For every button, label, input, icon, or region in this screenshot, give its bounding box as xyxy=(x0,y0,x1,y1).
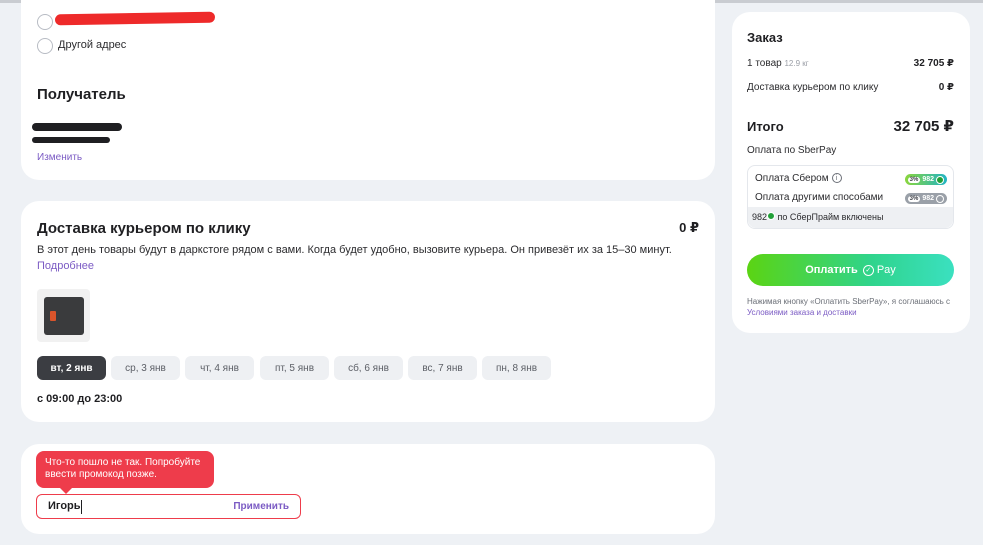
promo-code-field[interactable]: Игорь Применить xyxy=(36,494,301,519)
change-recipient-link[interactable]: Изменить xyxy=(37,152,82,163)
address-radio-1[interactable] xyxy=(37,14,53,30)
items-price: 32 705 ₽ xyxy=(913,58,954,69)
recipient-title: Получатель xyxy=(37,86,126,103)
sber-check-icon: ✓ xyxy=(862,264,874,276)
date-chip[interactable]: пт, 5 янв xyxy=(260,356,329,380)
sberprime-strip: 982 по СберПрайм включены xyxy=(748,207,953,228)
pay-other-label[interactable]: Оплата другими способами xyxy=(755,192,883,203)
sberprime-text: по СберПрайм включены xyxy=(777,212,884,222)
terms-link[interactable]: Условиями заказа и доставки xyxy=(747,308,857,317)
date-chip[interactable]: вс, 7 янв xyxy=(408,356,477,380)
info-icon[interactable]: i xyxy=(831,173,842,184)
pay-sber-percent: 3% xyxy=(907,176,921,183)
pay-button-brand: Pay xyxy=(876,264,896,276)
pay-other-bonus: 982 xyxy=(922,195,934,202)
date-chip[interactable]: пн, 8 янв xyxy=(482,356,551,380)
product-image xyxy=(43,296,84,335)
pay-button-label: Оплатить xyxy=(805,264,858,276)
promo-error-tooltip: Что-то пошло не так. Попробуйте ввести п… xyxy=(36,451,214,494)
delivery-description: В этот день товары будут в даркстore ряд… xyxy=(37,244,672,256)
promo-code-input[interactable]: Игорь xyxy=(48,500,81,512)
bonus-coin-icon xyxy=(936,194,944,203)
delivery-row-price: 0 ₽ xyxy=(938,82,954,93)
delivery-price: 0 ₽ xyxy=(679,220,699,235)
pay-other-badge: 3% 982 xyxy=(904,193,947,204)
other-address-label[interactable]: Другой адрес xyxy=(58,39,126,51)
more-info-link[interactable]: Подробнее xyxy=(37,260,94,272)
delivery-title: Доставка курьером по клику xyxy=(37,220,251,237)
terms-text: Нажимая кнопку «Оплатить SberPay», я сог… xyxy=(747,296,959,318)
delivery-row-label: Доставка курьером по клику xyxy=(747,82,879,93)
redacted-address xyxy=(54,11,216,26)
pay-sber-bonus: 982 xyxy=(922,176,934,183)
pay-sberpay-button[interactable]: Оплатить ✓ Pay xyxy=(747,254,954,286)
payment-options-box: Оплата Сбером i 3% 982 Оплата другими спо… xyxy=(747,165,954,229)
text-cursor xyxy=(81,500,82,514)
pay-sber-badge: 3% 982 xyxy=(904,174,947,185)
sberpay-logo: ✓ Pay xyxy=(862,264,896,276)
items-row: 1 товар 12.9 кг xyxy=(747,58,809,69)
apply-promo-button[interactable]: Применить xyxy=(233,501,289,512)
redacted-recipient-name xyxy=(32,123,122,131)
pay-sber-row[interactable]: Оплата Сбером i xyxy=(755,173,842,184)
total-label: Итого xyxy=(747,119,784,134)
order-title: Заказ xyxy=(747,30,783,45)
sberprime-bonus: 982 xyxy=(752,212,768,222)
terms-prefix: Нажимая кнопку «Оплатить SberPay», я сог… xyxy=(747,297,950,306)
promo-card: Что-то пошло не так. Попробуйте ввести п… xyxy=(21,444,715,534)
items-weight: 12.9 кг xyxy=(784,59,809,68)
product-thumbnail[interactable] xyxy=(37,289,90,342)
other-address-radio[interactable] xyxy=(37,38,53,54)
total-price: 32 705 ₽ xyxy=(893,118,954,135)
delivery-card: Доставка курьером по клику 0 ₽ В этот де… xyxy=(21,201,715,422)
sberprime-row: 982 по СберПрайм включены xyxy=(752,212,883,222)
date-chip[interactable]: сб, 6 янв xyxy=(334,356,403,380)
date-chip[interactable]: ср, 3 янв xyxy=(111,356,180,380)
redacted-recipient-phone xyxy=(32,137,110,143)
delivery-time-range: с 09:00 до 23:00 xyxy=(37,393,123,405)
bonus-coin-icon xyxy=(936,175,944,184)
payment-method-label: Оплата по SberPay xyxy=(747,145,837,156)
bonus-coin-icon xyxy=(767,212,776,220)
order-summary-card: Заказ 1 товар 12.9 кг 32 705 ₽ Доставка … xyxy=(732,12,970,333)
pay-sber-label: Оплата Сбером xyxy=(755,173,829,184)
address-card: Другой адрес Получатель Изменить xyxy=(21,0,715,180)
date-chip[interactable]: чт, 4 янв xyxy=(185,356,254,380)
items-label: 1 товар xyxy=(747,58,782,69)
pay-other-percent: 3% xyxy=(907,195,921,202)
date-chip[interactable]: вт, 2 янв xyxy=(37,356,106,380)
